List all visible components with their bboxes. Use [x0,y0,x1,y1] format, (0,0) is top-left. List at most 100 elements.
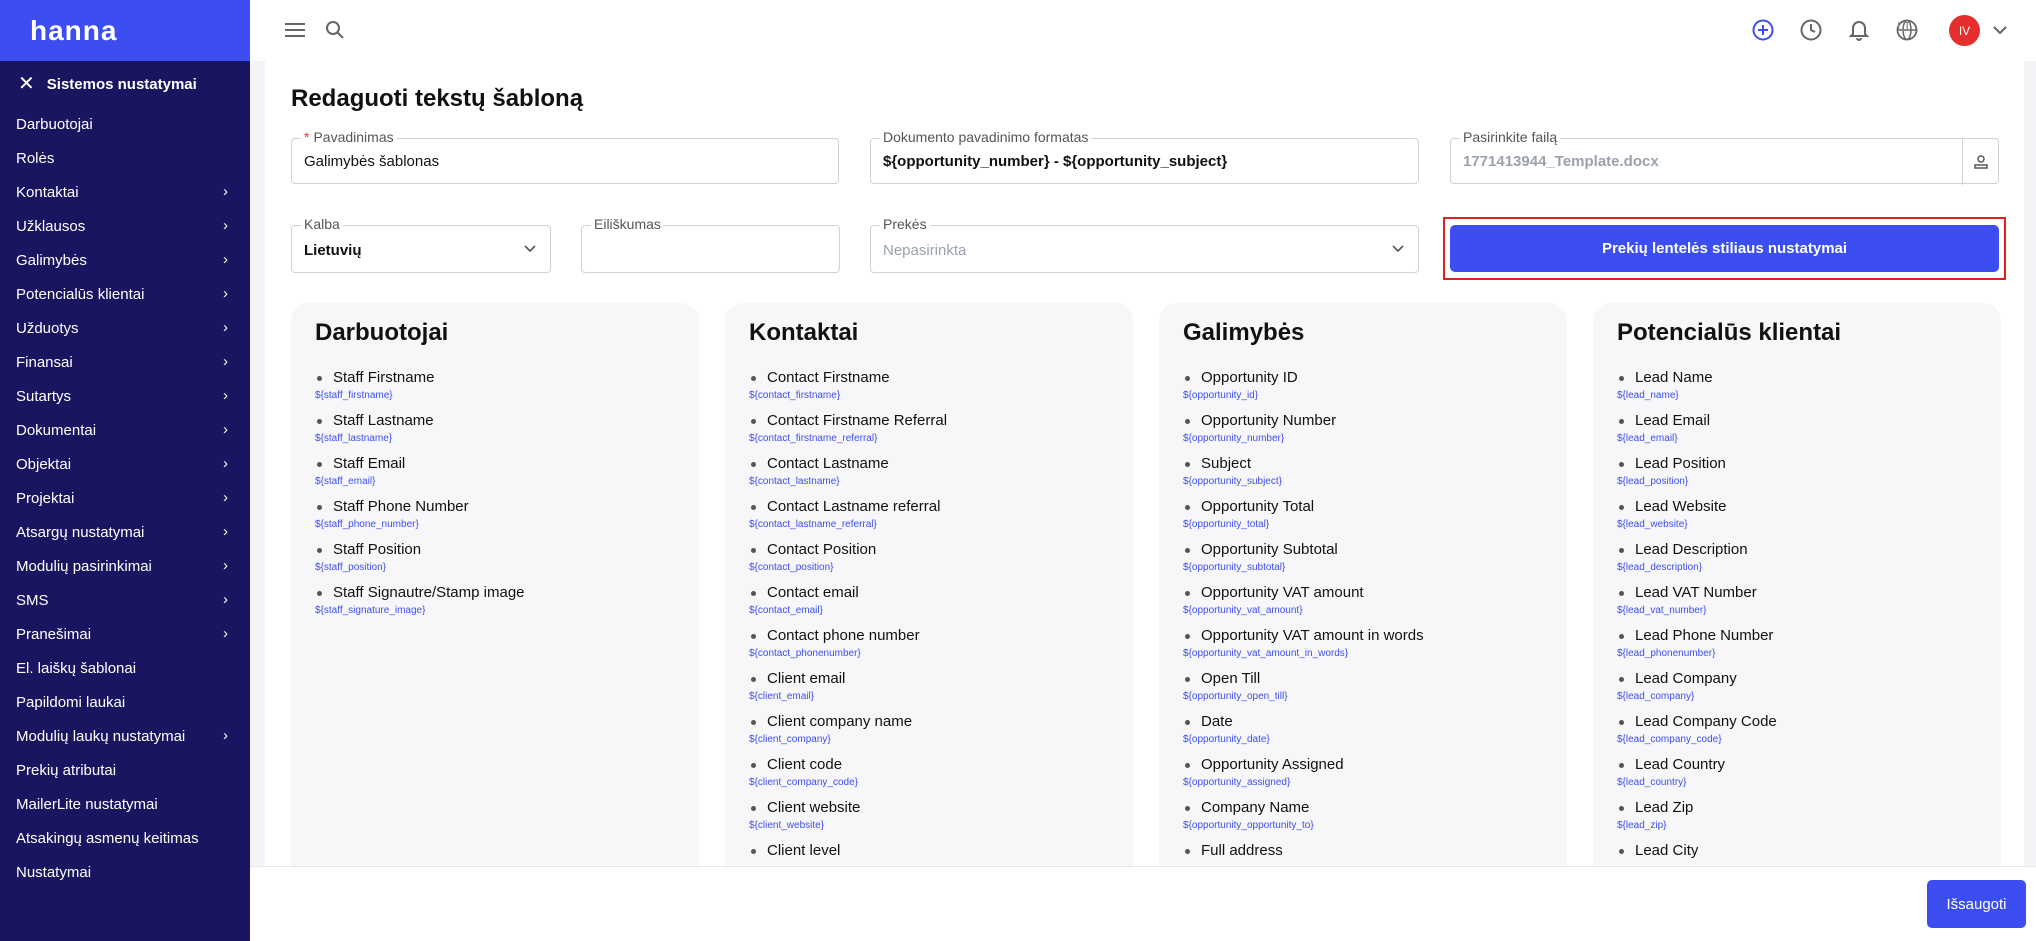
variable-placeholder[interactable]: ${client_company} [749,734,947,746]
sidebar-item[interactable]: Nustatymai [0,855,250,889]
sidebar-item[interactable]: Atsargų nustatymai › [0,515,250,549]
variable-placeholder[interactable]: ${contact_firstname_referral} [749,433,947,445]
list-item[interactable]: Contact Position ${contact_position} [749,541,947,584]
variable-placeholder[interactable]: ${opportunity_subtotal} [1183,562,1424,574]
list-item[interactable]: Contact email ${contact_email} [749,584,947,627]
list-item[interactable]: Client website ${client_website} [749,799,947,842]
close-icon[interactable]: ✕ [18,74,35,94]
variable-placeholder[interactable]: ${contact_lastname} [749,476,947,488]
list-item[interactable]: Staff Phone Number ${staff_phone_number} [315,498,525,541]
sidebar-item[interactable]: Modulių pasirinkimai › [0,549,250,583]
list-item[interactable]: Lead Position ${lead_position} [1617,455,1777,498]
list-item[interactable]: Lead Email ${lead_email} [1617,412,1777,455]
menu-icon[interactable] [281,16,309,44]
sidebar-item[interactable]: Sutartys › [0,379,250,413]
list-item[interactable]: Opportunity VAT amount ${opportunity_vat_… [1183,584,1424,627]
list-item[interactable]: Date ${opportunity_date} [1183,713,1424,756]
sidebar-item[interactable]: Papildomi laukai [0,685,250,719]
variable-placeholder[interactable]: ${contact_lastname_referral} [749,519,947,531]
products-select[interactable]: Prekės Nepasirinkta [870,216,1419,273]
list-item[interactable]: Contact Lastname referral ${contact_lastn… [749,498,947,541]
variable-placeholder[interactable]: ${opportunity_id} [1183,390,1424,402]
list-item[interactable]: Lead VAT Number ${lead_vat_number} [1617,584,1777,627]
save-button[interactable]: Išsaugoti [1927,880,2026,928]
upload-icon[interactable] [1962,139,1998,185]
list-item[interactable]: Client email ${client_email} [749,670,947,713]
variable-placeholder[interactable]: ${contact_email} [749,605,947,617]
variable-placeholder[interactable]: ${opportunity_opportunity_to} [1183,820,1424,832]
variable-placeholder[interactable]: ${opportunity_number} [1183,433,1424,445]
variable-placeholder[interactable]: ${lead_phonenumber} [1617,648,1777,660]
variable-placeholder[interactable]: ${lead_name} [1617,390,1777,402]
list-item[interactable]: Lead Country ${lead_country} [1617,756,1777,799]
list-item[interactable]: Staff Firstname ${staff_firstname} [315,369,525,412]
list-item[interactable]: Contact Firstname Referral ${contact_firs… [749,412,947,455]
list-item[interactable]: Lead Website ${lead_website} [1617,498,1777,541]
list-item[interactable]: Opportunity ID ${opportunity_id} [1183,369,1424,412]
list-item[interactable]: Staff Email ${staff_email} [315,455,525,498]
document-name-format-field[interactable]: Dokumento pavadinimo formatas ${opportun… [870,129,1419,184]
variable-placeholder[interactable]: ${lead_company} [1617,691,1777,703]
language-select[interactable]: Kalba Lietuvių [291,216,551,273]
variable-placeholder[interactable]: ${lead_vat_number} [1617,605,1777,617]
add-circle-icon[interactable] [1749,16,1777,44]
list-item[interactable]: Client company name ${client_company} [749,713,947,756]
sidebar-item[interactable]: Galimybės › [0,243,250,277]
variable-placeholder[interactable]: ${lead_email} [1617,433,1777,445]
sidebar-item[interactable]: Modulių laukų nustatymai › [0,719,250,753]
chevron-down-icon[interactable] [1986,16,2014,44]
variable-placeholder[interactable]: ${opportunity_subject} [1183,476,1424,488]
variable-placeholder[interactable]: ${client_company_code} [749,777,947,789]
variable-placeholder[interactable]: ${staff_phone_number} [315,519,525,531]
list-item[interactable]: Staff Position ${staff_position} [315,541,525,584]
list-item[interactable]: Staff Signautre/Stamp image ${staff_signa… [315,584,525,627]
sidebar-item[interactable]: Potencialūs klientai › [0,277,250,311]
list-item[interactable]: Contact Firstname ${contact_firstname} [749,369,947,412]
variable-placeholder[interactable]: ${client_email} [749,691,947,703]
sidebar-item[interactable]: El. laiškų šablonai [0,651,250,685]
variable-placeholder[interactable]: ${lead_website} [1617,519,1777,531]
variable-placeholder[interactable]: ${opportunity_assigned} [1183,777,1424,789]
variable-placeholder[interactable]: ${staff_position} [315,562,525,574]
list-item[interactable]: Lead Description ${lead_description} [1617,541,1777,584]
sidebar-item[interactable]: Rolės [0,141,250,175]
list-item[interactable]: Company Name ${opportunity_opportunity_to… [1183,799,1424,842]
variable-placeholder[interactable]: ${lead_zip} [1617,820,1777,832]
variable-placeholder[interactable]: ${contact_phonenumber} [749,648,947,660]
list-item[interactable]: Lead City [1617,842,1777,866]
variable-placeholder[interactable]: ${client_website} [749,820,947,832]
variable-placeholder[interactable]: ${lead_position} [1617,476,1777,488]
list-item[interactable]: Lead Phone Number ${lead_phonenumber} [1617,627,1777,670]
variable-placeholder[interactable]: ${opportunity_vat_amount} [1183,605,1424,617]
file-picker-field[interactable]: Pasirinkite failą 1771413944_Template.do… [1450,129,1999,185]
system-settings-header[interactable]: ✕ Sistemos nustatymai [0,61,250,107]
sidebar-item[interactable]: Prekių atributai [0,753,250,787]
sidebar-item[interactable]: Kontaktai › [0,175,250,209]
list-item[interactable]: Opportunity Number ${opportunity_number} [1183,412,1424,455]
sidebar-item[interactable]: Dokumentai › [0,413,250,447]
name-field[interactable]: * Pavadinimas Galimybės šablonas [291,129,839,184]
variable-placeholder[interactable]: ${opportunity_total} [1183,519,1424,531]
variable-placeholder[interactable]: ${staff_firstname} [315,390,525,402]
variable-placeholder[interactable]: ${staff_email} [315,476,525,488]
sidebar-item[interactable]: Pranešimai › [0,617,250,651]
sidebar-item[interactable]: Atsakingų asmenų keitimas [0,821,250,855]
variable-placeholder[interactable]: ${lead_company_code} [1617,734,1777,746]
sidebar-item[interactable]: SMS › [0,583,250,617]
list-item[interactable]: Lead Name ${lead_name} [1617,369,1777,412]
variable-placeholder[interactable]: ${opportunity_open_till} [1183,691,1424,703]
language-code[interactable]: LT [1897,19,1911,34]
search-icon[interactable] [321,16,349,44]
sidebar-item[interactable]: Užklausos › [0,209,250,243]
list-item[interactable]: Lead Zip ${lead_zip} [1617,799,1777,842]
list-item[interactable]: Lead Company Code ${lead_company_code} [1617,713,1777,756]
sidebar-item[interactable]: Darbuotojai [0,107,250,141]
sidebar-item[interactable]: Projektai › [0,481,250,515]
order-input[interactable]: Eiliškumas [581,216,840,273]
variable-placeholder[interactable]: ${opportunity_vat_amount_in_words} [1183,648,1424,660]
bell-icon[interactable] [1845,16,1873,44]
variable-placeholder[interactable]: ${lead_country} [1617,777,1777,789]
variable-placeholder[interactable]: ${opportunity_date} [1183,734,1424,746]
list-item[interactable]: Full address [1183,842,1424,866]
brand-logo[interactable]: hanna [0,0,250,61]
